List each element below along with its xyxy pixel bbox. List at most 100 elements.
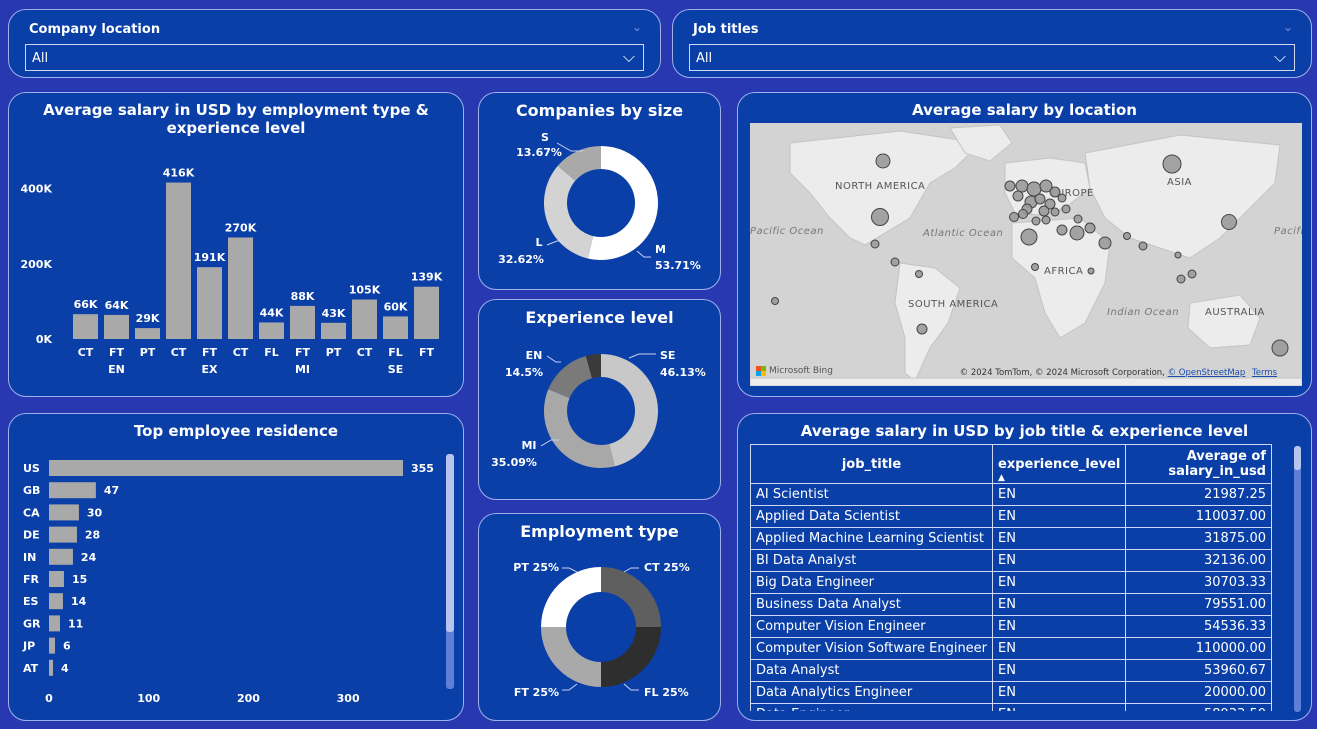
col-header-experience-level[interactable]: experience_level ▲ [992, 444, 1127, 484]
bar[interactable] [197, 267, 222, 339]
donut-slice[interactable] [544, 389, 615, 468]
data-label: 4 [61, 662, 69, 675]
osm-link[interactable]: © OpenStreetMap [1168, 368, 1246, 378]
bing-logo: Microsoft Bing [756, 366, 833, 376]
chevron-down-icon: ⌵ [1273, 47, 1286, 66]
table-row[interactable]: Data Analytics Engineer EN 20000.00 [750, 681, 1272, 704]
table-row[interactable]: Big Data Engineer EN 30703.33 [750, 571, 1272, 594]
table-header-row: job_title experience_level ▲ Average of s… [750, 444, 1272, 484]
data-label: 24 [81, 551, 97, 564]
map-label-asia: ASIA [1167, 177, 1192, 188]
bar[interactable] [73, 314, 98, 339]
x-tick-label: PT [140, 346, 156, 359]
slice-label: FT 25% [514, 686, 559, 699]
donut-slice[interactable] [548, 356, 592, 399]
bar[interactable] [49, 548, 73, 565]
data-label: 30 [87, 506, 103, 519]
category-label: IN [23, 551, 36, 564]
avg-salary-cell: 21987.25 [1125, 483, 1272, 506]
slice-label: EN [526, 349, 543, 362]
terms-link[interactable]: Terms [1252, 368, 1277, 378]
table-row[interactable]: Applied Data Scientist EN 110037.00 [750, 505, 1272, 528]
map-bubble [1041, 215, 1051, 225]
bar[interactable] [414, 286, 439, 339]
leader-line [546, 355, 561, 363]
table-row[interactable]: BI Data Analyst EN 32136.00 [750, 549, 1272, 572]
data-label: 44K [260, 306, 284, 319]
map-label-africa: AFRICA [1044, 266, 1083, 277]
table-row[interactable]: Applied Machine Learning Scientist EN 3187… [750, 527, 1272, 550]
bar[interactable] [228, 237, 253, 339]
avg-salary-cell: 58933.50 [1125, 703, 1272, 711]
microsoft-logo-icon [756, 366, 766, 376]
experience-level-cell: EN [992, 571, 1127, 594]
bar[interactable] [49, 637, 55, 654]
table-row[interactable]: Data EngineerEN58933.50 [750, 703, 1272, 711]
bar[interactable] [352, 299, 377, 339]
bar[interactable] [49, 593, 63, 610]
x-tick-label: 100 [137, 692, 160, 705]
bar[interactable] [135, 328, 160, 339]
experience-level-cell: EN [992, 483, 1127, 506]
data-label: 14 [71, 595, 87, 608]
bar[interactable] [166, 182, 191, 339]
chevron-down-icon[interactable]: ⌄ [1283, 20, 1293, 34]
scrollbar[interactable] [1294, 446, 1301, 712]
scrollbar-thumb[interactable] [1294, 446, 1301, 470]
antarctica-land [750, 377, 1302, 386]
table-row[interactable]: Business Data Analyst EN 79551.00 [750, 593, 1272, 616]
avg-salary-cell: 32136.00 [1125, 549, 1272, 572]
bar[interactable] [49, 504, 79, 521]
slice-label: MI [521, 439, 536, 452]
experience-level-cell: EN [992, 659, 1127, 682]
bar[interactable] [49, 460, 403, 476]
bar[interactable] [383, 316, 408, 339]
donut-slice[interactable] [544, 165, 594, 259]
bar[interactable] [259, 322, 284, 339]
chevron-down-icon[interactable]: ⌄ [632, 20, 642, 34]
bar[interactable] [321, 322, 346, 339]
bar[interactable] [290, 305, 315, 339]
avg-salary-cell: 54536.33 [1125, 615, 1272, 638]
data-label: 88K [291, 290, 315, 303]
job-title-cell: Big Data Engineer [750, 571, 994, 594]
map-bubble [1098, 236, 1112, 250]
donut-slice[interactable] [541, 567, 601, 627]
table-row[interactable]: Computer Vision Engineer EN 54536.33 [750, 615, 1272, 638]
south-america-land [894, 262, 961, 382]
experience-level-cell: EN [992, 549, 1127, 572]
category-label: DE [23, 529, 40, 542]
bar[interactable] [104, 314, 129, 339]
bar[interactable] [49, 571, 64, 587]
donut-slice[interactable] [601, 567, 661, 627]
table-row[interactable]: Data Analyst EN 53960.67 [750, 659, 1272, 682]
table-row[interactable]: AI Scientist EN 21987.25 [750, 483, 1272, 506]
job-titles-dropdown[interactable]: All ⌵ [689, 44, 1295, 71]
job-title-cell: Computer Vision Engineer [750, 615, 994, 638]
bar[interactable] [49, 615, 60, 632]
col-header-job-title[interactable]: job_title [750, 444, 994, 484]
table-row[interactable]: Computer Vision Software Engineer EN 11000… [750, 637, 1272, 660]
data-label: 47 [104, 484, 119, 497]
donut-slice[interactable] [601, 627, 661, 687]
col-header-avg-salary[interactable]: Average of salary_in_usd [1125, 444, 1272, 484]
map-bubble [1084, 222, 1096, 234]
leader-line [628, 353, 656, 359]
map-bubble [1034, 193, 1046, 205]
avg-salary-cell: 30703.33 [1125, 571, 1272, 594]
category-label: CA [23, 506, 40, 519]
bar[interactable] [49, 659, 53, 676]
map-bubble [1123, 232, 1131, 240]
residence-panel: Top employee residence US 355 GB 47 CA 30 DE 28… [8, 413, 464, 721]
slice-label: 53.71% [655, 259, 701, 272]
job-title-cell: Business Data Analyst [750, 593, 994, 616]
company-location-dropdown[interactable]: All ⌵ [25, 44, 644, 71]
world-map[interactable]: NORTH AMERICA EUROPE ASIA AFRICA SOUTH A… [750, 123, 1302, 386]
emp-exp-bar-chart: 0K 200K 400K 66K CT 64K FT 29K PT 416K CT 191K FT 270… [21, 167, 443, 376]
scrollbar-thumb[interactable] [446, 454, 454, 632]
bar[interactable] [49, 526, 77, 543]
data-label: 66K [74, 298, 98, 311]
bar[interactable] [49, 482, 96, 499]
donut-slice[interactable] [541, 627, 601, 687]
slice-label: L [535, 236, 542, 249]
